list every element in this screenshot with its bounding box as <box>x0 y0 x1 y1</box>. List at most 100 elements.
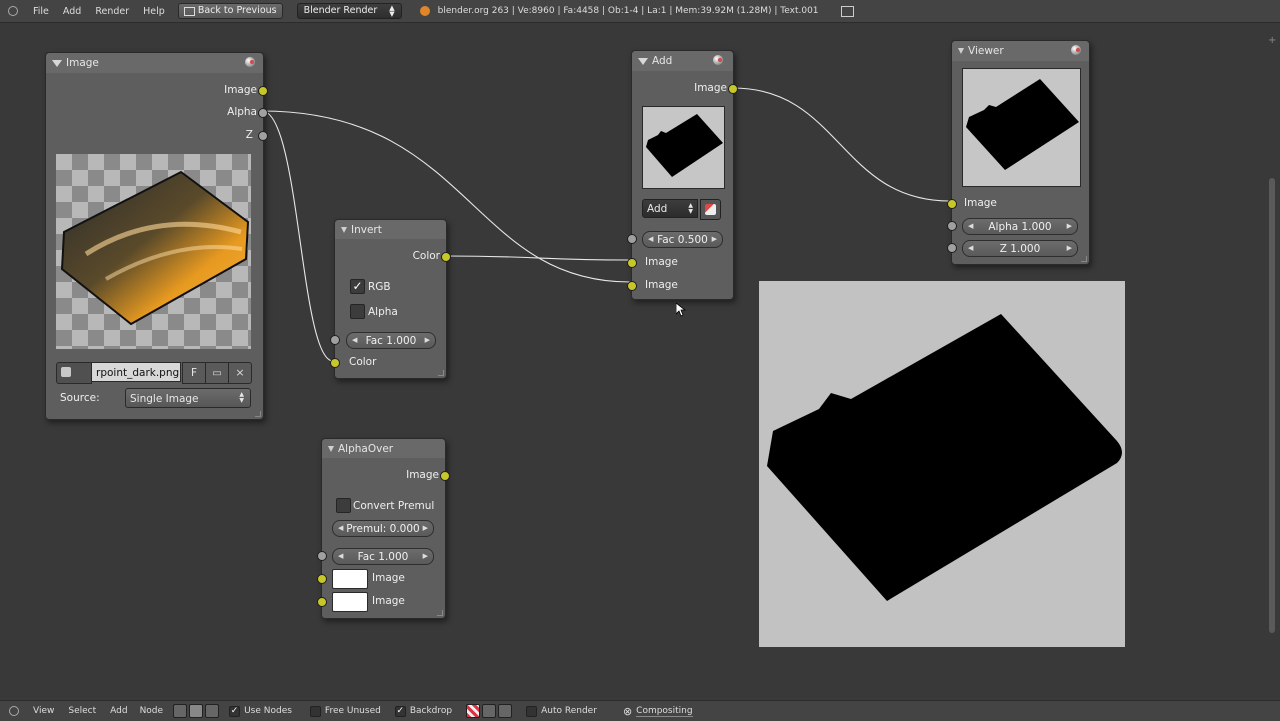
open-file-button[interactable]: ▭ <box>205 362 229 384</box>
alphaover-fac-input-socket[interactable] <box>317 551 327 561</box>
texture-nodes-icon[interactable] <box>205 704 220 718</box>
rgb-checkbox[interactable]: ✓ <box>350 279 365 294</box>
auto-render-toggle[interactable]: Auto Render <box>526 705 597 717</box>
invert-color-input-socket[interactable] <box>330 358 340 368</box>
blend-mode-select[interactable]: Add ▲ ▼ <box>642 199 698 218</box>
source-select[interactable]: Single Image ▲ ▼ <box>125 388 251 408</box>
checker-icon[interactable] <box>466 704 481 718</box>
increment-arrow-icon[interactable]: ▶ <box>1067 244 1072 252</box>
resize-handle[interactable] <box>255 411 261 417</box>
increment-arrow-icon[interactable]: ▶ <box>712 235 717 243</box>
add-fac-input-socket[interactable] <box>627 234 637 244</box>
shader-nodes-icon[interactable] <box>173 704 188 718</box>
vertical-scrollbar[interactable] <box>1269 178 1275 633</box>
menu-view[interactable]: View <box>33 706 54 716</box>
invert-color-output-socket[interactable] <box>441 252 451 262</box>
resize-handle[interactable] <box>437 610 443 616</box>
menu-node[interactable]: Node <box>140 706 164 716</box>
auto-render-checkbox[interactable] <box>526 705 538 717</box>
resize-handle[interactable] <box>1081 256 1087 262</box>
convert-premul-checkbox[interactable] <box>336 498 351 513</box>
decrement-arrow-icon[interactable]: ◀ <box>338 524 343 532</box>
collapse-triangle-icon[interactable] <box>328 445 334 452</box>
menu-render[interactable]: Render <box>88 6 136 17</box>
premul-field[interactable]: ◀ Premul: 0.000 ▶ <box>332 520 434 537</box>
render-engine-select[interactable]: Blender Render ▲ ▼ <box>296 3 402 19</box>
fullscreen-icon[interactable] <box>840 5 854 17</box>
invert-fac-input-socket[interactable] <box>330 335 340 345</box>
compositing-nodes-icon[interactable] <box>189 704 204 718</box>
unlink-image-button[interactable]: × <box>228 362 252 384</box>
image-node-header[interactable]: Image <box>46 53 263 73</box>
alpha-checkbox[interactable] <box>350 304 365 319</box>
decrement-arrow-icon[interactable]: ◀ <box>968 222 973 230</box>
menu-select[interactable]: Select <box>68 706 96 716</box>
use-nodes-checkbox[interactable]: ✓ <box>229 705 241 717</box>
viewer-image-input-socket[interactable] <box>947 199 957 209</box>
use-alpha-button[interactable] <box>700 199 721 220</box>
alpha-mode-icon[interactable] <box>482 704 497 718</box>
increment-arrow-icon[interactable]: ▶ <box>423 552 428 560</box>
add-image-input-1-socket[interactable] <box>627 258 637 268</box>
menu-add[interactable]: Add <box>110 706 127 716</box>
backdrop-checkbox[interactable]: ✓ <box>394 705 406 717</box>
invert-node-header[interactable]: Invert <box>335 220 446 239</box>
resize-handle[interactable] <box>438 370 444 376</box>
alphaover-fac-field[interactable]: ◀ Fac 1.000 ▶ <box>332 548 434 565</box>
free-unused-checkbox[interactable] <box>309 705 321 717</box>
add-fac-field[interactable]: ◀ Fac 0.500 ▶ <box>642 231 723 248</box>
viewer-z-field[interactable]: ◀ Z 1.000 ▶ <box>962 240 1078 257</box>
menu-add[interactable]: Add <box>56 6 88 17</box>
decrement-arrow-icon[interactable]: ◀ <box>338 552 343 560</box>
decrement-arrow-icon[interactable]: ◀ <box>968 244 973 252</box>
invert-node[interactable]: Invert Color ✓ RGB Alpha ◀ Fac 1.000 ▶ C… <box>330 219 451 379</box>
increment-arrow-icon[interactable]: ▶ <box>423 524 428 532</box>
z-output-socket[interactable] <box>258 131 268 141</box>
node-editor[interactable]: Image Image Alpha Z rpoint_dark.png F ▭ … <box>0 23 1280 698</box>
alphaover-image-2-color-swatch[interactable] <box>332 592 368 612</box>
invert-fac-field[interactable]: ◀ Fac 1.000 ▶ <box>346 332 436 349</box>
close-icon[interactable]: ⊗ <box>623 705 632 718</box>
collapse-triangle-icon[interactable] <box>52 59 62 67</box>
collapse-triangle-icon[interactable] <box>638 57 648 65</box>
backdrop-toggle[interactable]: ✓ Backdrop <box>394 705 452 717</box>
free-unused-toggle[interactable]: Free Unused <box>309 705 381 717</box>
scrollbar-plus-icon[interactable]: + <box>1268 35 1276 46</box>
add-node-header[interactable]: Add <box>632 51 733 71</box>
menu-help[interactable]: Help <box>136 6 172 17</box>
viewer-alpha-field[interactable]: ◀ Alpha 1.000 ▶ <box>962 218 1078 235</box>
image-filename-field[interactable]: rpoint_dark.png <box>91 362 181 382</box>
viewer-alpha-input-socket[interactable] <box>947 221 957 231</box>
editor-type-icon[interactable] <box>9 706 19 716</box>
fake-user-button[interactable]: F <box>182 362 206 384</box>
back-to-previous-button[interactable]: Back to Previous <box>177 3 283 19</box>
alpha-output-socket[interactable] <box>258 108 268 118</box>
image-browse-button[interactable] <box>56 362 92 384</box>
viewer-node-header[interactable]: Viewer <box>952 41 1089 61</box>
alphaover-node[interactable]: AlphaOver Image Convert Premul ◀ Premul:… <box>317 438 450 619</box>
alphaover-image-input-1-socket[interactable] <box>317 574 327 584</box>
add-image-input-2-socket[interactable] <box>627 281 637 291</box>
use-nodes-toggle[interactable]: ✓ Use Nodes <box>229 705 292 717</box>
decrement-arrow-icon[interactable]: ◀ <box>648 235 653 243</box>
increment-arrow-icon[interactable]: ▶ <box>1067 222 1072 230</box>
preview-toggle-icon[interactable] <box>245 57 255 67</box>
add-node[interactable]: Add Image Add ▲ ▼ ◀ Fac 0.500 ▶ Image Ima… <box>627 50 738 300</box>
add-image-output-socket[interactable] <box>728 84 738 94</box>
preview-toggle-icon[interactable] <box>1071 45 1081 55</box>
editor-type-icon[interactable] <box>8 6 18 16</box>
preview-toggle-icon[interactable] <box>713 55 723 65</box>
increment-arrow-icon[interactable]: ▶ <box>425 336 430 344</box>
alphaover-node-header[interactable]: AlphaOver <box>322 439 445 458</box>
decrement-arrow-icon[interactable]: ◀ <box>352 336 357 344</box>
viewer-z-input-socket[interactable] <box>947 243 957 253</box>
image-node[interactable]: Image Image Alpha Z rpoint_dark.png F ▭ … <box>45 52 268 420</box>
channel-mode-icon[interactable] <box>498 704 513 718</box>
alphaover-image-1-color-swatch[interactable] <box>332 569 368 589</box>
viewer-node[interactable]: Viewer Image ◀ Alpha 1.000 ▶ ◀ Z 1.000 ▶ <box>947 40 1090 265</box>
collapse-triangle-icon[interactable] <box>341 226 347 233</box>
alphaover-image-output-socket[interactable] <box>440 471 450 481</box>
collapse-triangle-icon[interactable] <box>958 48 964 54</box>
menu-file[interactable]: File <box>26 6 56 17</box>
alphaover-image-input-2-socket[interactable] <box>317 597 327 607</box>
